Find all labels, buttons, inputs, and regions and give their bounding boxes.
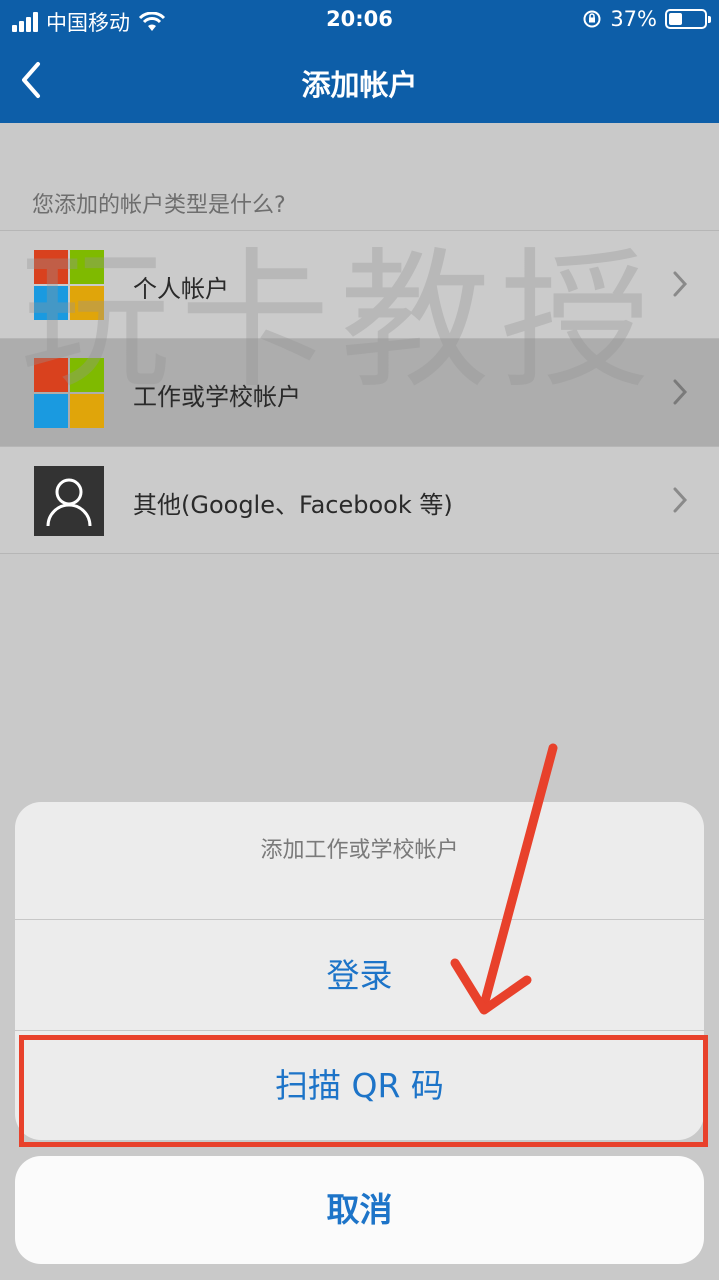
battery-icon (665, 9, 711, 29)
person-icon (34, 466, 104, 536)
watermark: 玩卡教授 (20, 235, 661, 409)
action-sheet-title: 添加工作或学校帐户 (260, 838, 459, 863)
annotation-highlight-box (19, 1035, 708, 1147)
battery-percent: 37% (610, 7, 657, 31)
account-option-other[interactable]: 其他(Google、Facebook 等) (0, 446, 719, 554)
battery-fill (669, 13, 682, 25)
rotation-lock-icon (583, 10, 601, 28)
sign-in-button[interactable]: 登录 (15, 921, 704, 1031)
divider (15, 919, 704, 920)
chevron-right-icon (673, 379, 688, 405)
chevron-right-icon (673, 487, 688, 513)
status-right: 37% (582, 7, 711, 31)
navigation-bar: 添加帐户 (0, 40, 719, 123)
status-bar: 中国移动 20:06 37% (0, 0, 719, 40)
page-title: 添加帐户 (301, 68, 418, 102)
account-option-label: 其他(Google、Facebook 等) (133, 491, 453, 519)
chevron-right-icon (673, 271, 688, 297)
cancel-button[interactable]: 取消 (15, 1156, 704, 1264)
